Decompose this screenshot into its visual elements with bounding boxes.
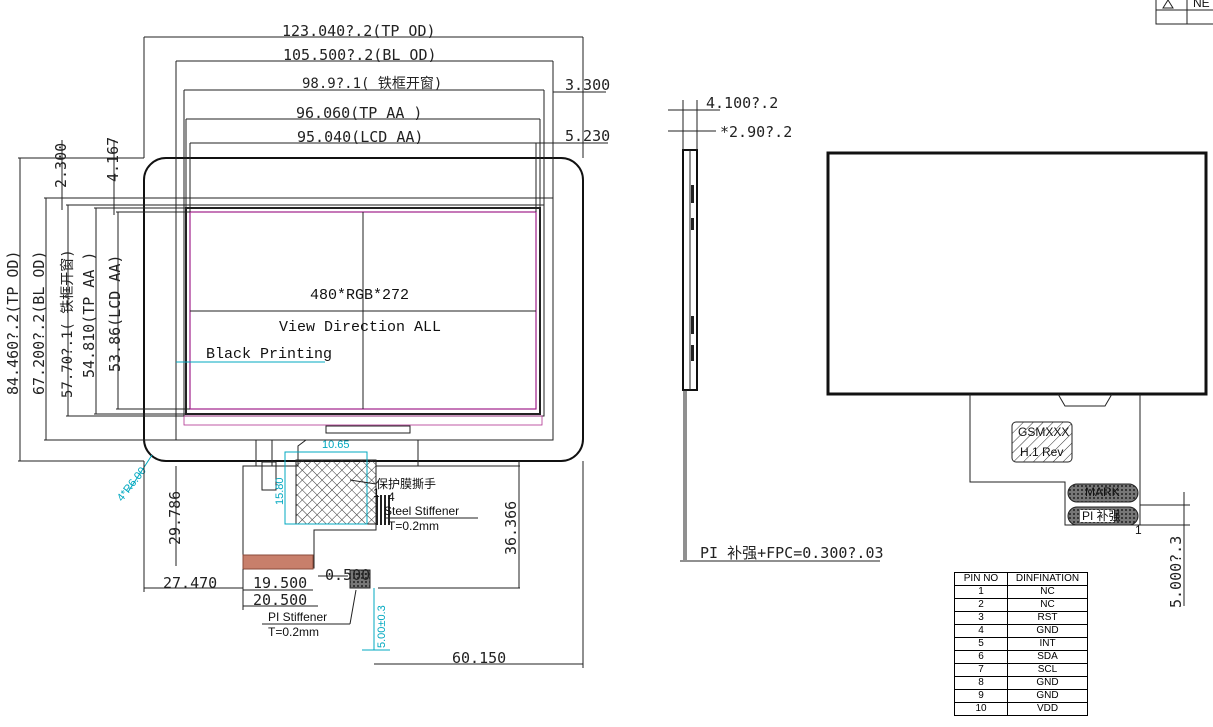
frame-inner-magenta	[183, 415, 543, 426]
pin-number: 6	[954, 650, 1008, 664]
dim-0500: 0.500	[325, 566, 370, 584]
pin-function: GND	[1007, 676, 1088, 690]
table-row: 5 INT	[954, 637, 1088, 651]
dim-offset-3300: 3.300	[565, 76, 610, 94]
pin-number: 3	[954, 611, 1008, 625]
side-total-thickness: 4.100?.2	[706, 94, 778, 112]
pin-function: NC	[1007, 585, 1088, 599]
back-fpc-length: 5.000?.3	[1167, 536, 1185, 608]
dim-29786: 29.786	[166, 491, 184, 545]
pin-number: 5	[954, 637, 1008, 651]
black-printing-label: Black Printing	[206, 346, 332, 363]
dim-lcd-aa-h: 53.86(LCD AA)	[106, 255, 124, 372]
peel-tab-label: 保护膜撕手	[376, 477, 436, 491]
dim-tp-aa-w: 96.060(TP AA )	[296, 104, 422, 122]
dim-2300: 2.300	[52, 143, 70, 188]
back-mark-label: MARK	[1085, 485, 1120, 499]
tab-width-label: 10.65	[322, 439, 350, 451]
table-row: 7 SCL	[954, 663, 1088, 677]
pin-number: 7	[954, 663, 1008, 677]
pin-function: NC	[1007, 598, 1088, 612]
side-fpc-note: PI 补强+FPC=0.300?.03	[700, 544, 884, 562]
header-pin-no: PIN NO	[954, 572, 1008, 586]
dim-bl-od-w: 105.500?.2(BL OD)	[283, 46, 437, 64]
dim-36366: 36.366	[502, 501, 520, 555]
side-lcd-thickness: *2.90?.2	[720, 123, 792, 141]
table-row: 3 RST	[954, 611, 1088, 625]
pin-number: 8	[954, 676, 1008, 690]
back-lcd-body	[826, 151, 1208, 396]
corner-label: NE	[1193, 0, 1210, 10]
table-row: 6 SDA	[954, 650, 1088, 664]
chip-line-2: H.1 Rev	[1020, 445, 1063, 459]
dim-20500: 20.500	[253, 591, 307, 609]
dim-4167: 4.167	[104, 137, 122, 182]
pi-thickness-label: T=0.2mm	[268, 625, 319, 639]
pin-4-label: 4	[388, 490, 395, 504]
dim-tp-od-h: 84.460?.2(TP OD)	[4, 251, 22, 396]
dim-5003: 5.00±0.3	[376, 605, 388, 648]
table-row: 8 GND	[954, 676, 1088, 690]
dim-60150: 60.150	[452, 649, 506, 667]
side-view: 4.100?.2 *2.90?.2 PI 补强+FPC=0.300?.03	[668, 94, 884, 562]
back-view: GSMXXX H.1 Rev MARK PI 补强 1 5.000?.3	[826, 151, 1208, 608]
dim-tp-aa-h: 54.810(TP AA )	[80, 252, 98, 378]
steel-thickness-label: T=0.2mm	[388, 519, 439, 533]
pi-stiffener-label: PI Stiffener	[268, 610, 327, 624]
dim-tp-od-w: 123.040?.2(TP OD)	[282, 22, 436, 40]
front-view: 480*RGB*272 View Direction ALL Black Pri…	[4, 22, 610, 504]
pin-table-header: PIN NO DINFINATION	[954, 572, 1088, 586]
view-direction-label: View Direction ALL	[279, 319, 441, 336]
pin-function: RST	[1007, 611, 1088, 625]
title-block-corner: NE	[1155, 0, 1213, 25]
dim-19500: 19.500	[253, 574, 307, 592]
table-row: 4 GND	[954, 624, 1088, 638]
steel-stiffener-label: Steel Stiffener	[384, 504, 459, 518]
pin-number: 2	[954, 598, 1008, 612]
table-row: 2 NC	[954, 598, 1088, 612]
pin-function: GND	[1007, 624, 1088, 638]
dim-lcd-aa-w: 95.040(LCD AA)	[297, 128, 423, 146]
pin-number: 9	[954, 689, 1008, 703]
chip-line-1: GSMXXX	[1018, 425, 1069, 439]
pin-function: GND	[1007, 689, 1088, 703]
resolution-label: 480*RGB*272	[310, 287, 409, 304]
back-pi-label: PI 补强	[1082, 509, 1121, 523]
pin-function: VDD	[1007, 702, 1088, 716]
tab-height-label: 15.80	[274, 477, 286, 505]
fpc-front: 10.65 15.80 1 4 保护膜撕手 Steel Stiffener T=…	[143, 439, 584, 668]
pi-stiffener-pad	[242, 554, 314, 570]
pin-number: 10	[954, 702, 1008, 716]
pin-function: INT	[1007, 637, 1088, 651]
dim-bl-od-h: 67.200?.2(BL OD)	[30, 251, 48, 396]
dim-frame-h: 57.70?.1( 铁框开窗)	[59, 249, 76, 398]
pin-number: 1	[954, 585, 1008, 599]
dim-offset-5230: 5.230	[565, 127, 610, 145]
table-row: 1 NC	[954, 585, 1088, 599]
pin-definition-table: PIN NO DINFINATION 1 NC 2 NC 3 RST 4 GND 5 IN…	[954, 572, 1088, 716]
table-row: 9 GND	[954, 689, 1088, 703]
pin-function: SCL	[1007, 663, 1088, 677]
pin-function: SDA	[1007, 650, 1088, 664]
dim-27470: 27.470	[163, 574, 217, 592]
table-row: 10 VDD	[954, 702, 1088, 716]
header-definition: DINFINATION	[1007, 572, 1088, 586]
fpc-slot	[325, 425, 411, 434]
pin-number: 4	[954, 624, 1008, 638]
dim-frame-w: 98.9?.1( 铁框开窗)	[302, 75, 442, 92]
